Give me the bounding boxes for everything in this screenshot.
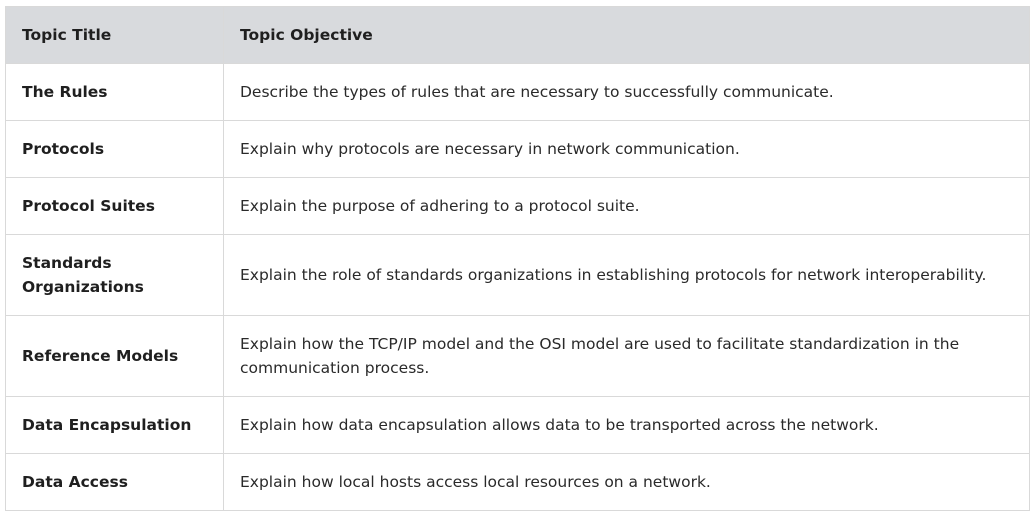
table-row: Reference Models Explain how the TCP/IP … xyxy=(5,315,1030,397)
topic-title-cell: The Rules xyxy=(5,63,224,121)
topic-objective-cell: Explain how data encapsulation allows da… xyxy=(223,396,1030,454)
topic-objective-cell: Explain how the TCP/IP model and the OSI… xyxy=(223,315,1030,397)
topic-objective-cell: Explain the role of standards organizati… xyxy=(223,234,1030,316)
topics-table-container: Topic Title Topic Objective The Rules De… xyxy=(5,6,1030,511)
table-body: The Rules Describe the types of rules th… xyxy=(5,63,1030,511)
table-row: Protocol Suites Explain the purpose of a… xyxy=(5,177,1030,235)
topic-objective-cell: Explain why protocols are necessary in n… xyxy=(223,120,1030,178)
topic-title-cell: Protocols xyxy=(5,120,224,178)
topic-objective-cell: Explain how local hosts access local res… xyxy=(223,453,1030,511)
column-header-topic-objective: Topic Objective xyxy=(223,6,1030,64)
topic-objective-cell: Describe the types of rules that are nec… xyxy=(223,63,1030,121)
column-header-topic-title: Topic Title xyxy=(5,6,224,64)
table-row: Data Access Explain how local hosts acce… xyxy=(5,453,1030,511)
topic-title-cell: Data Encapsulation xyxy=(5,396,224,454)
topic-title-cell: Standards Organizations xyxy=(5,234,224,316)
topics-table: Topic Title Topic Objective The Rules De… xyxy=(5,6,1030,511)
table-row: Data Encapsulation Explain how data enca… xyxy=(5,396,1030,454)
topic-title-cell: Protocol Suites xyxy=(5,177,224,235)
table-header: Topic Title Topic Objective xyxy=(5,6,1030,64)
table-row: Standards Organizations Explain the role… xyxy=(5,234,1030,316)
table-row: Protocols Explain why protocols are nece… xyxy=(5,120,1030,178)
topic-title-cell: Reference Models xyxy=(5,315,224,397)
header-row: Topic Title Topic Objective xyxy=(5,6,1030,64)
table-row: The Rules Describe the types of rules th… xyxy=(5,63,1030,121)
topic-title-cell: Data Access xyxy=(5,453,224,511)
topic-objective-cell: Explain the purpose of adhering to a pro… xyxy=(223,177,1030,235)
